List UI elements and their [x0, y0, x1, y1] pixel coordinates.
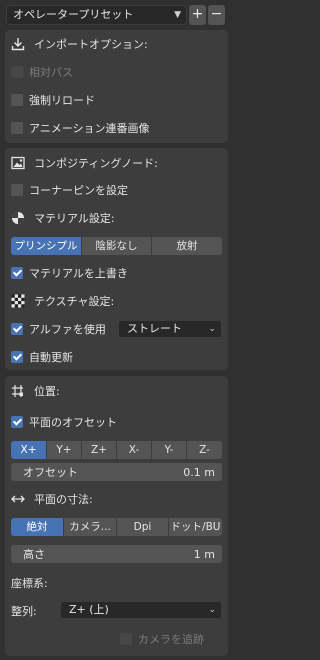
material-header: マテリアル設定:: [5, 207, 115, 229]
align-label-row: 整列:: [5, 601, 37, 621]
checkbox-icon: [11, 323, 23, 335]
align-axis-dropdown[interactable]: Z+ (上) ⌄: [60, 601, 222, 619]
alpha-mode-dropdown[interactable]: ストレート ⌄: [118, 320, 222, 338]
offset-field[interactable]: オフセット 0.1 m: [11, 463, 222, 481]
compositing-header: コンポジティングノード:: [5, 152, 158, 174]
add-preset-button[interactable]: +: [189, 5, 206, 25]
texture-checker-icon: [11, 294, 25, 308]
auto-refresh-checkbox[interactable]: 自動更新: [5, 347, 73, 367]
chevron-down-icon: ▼: [174, 10, 181, 20]
corner-pin-label: コーナーピンを設定: [29, 184, 128, 197]
size-mode-absolute-button[interactable]: 絶対: [11, 518, 64, 536]
override-material-checkbox[interactable]: マテリアルを上書き: [5, 263, 128, 283]
texture-header: テクスチャ設定:: [5, 290, 114, 312]
force-reload-label: 強制リロード: [29, 94, 95, 107]
checkbox-icon: [11, 351, 23, 363]
plane-size-header: 平面の寸法:: [5, 488, 93, 510]
material-title: マテリアル設定:: [34, 212, 115, 225]
height-field[interactable]: 高さ 1 m: [11, 545, 222, 563]
checkbox-icon: [11, 416, 23, 428]
axis-z-minus-button[interactable]: Z-: [187, 441, 222, 459]
chevron-down-icon: ⌄: [208, 324, 216, 334]
shader-emission-button[interactable]: 放射: [152, 237, 222, 255]
import-options-header: インポートオプション:: [5, 33, 148, 55]
axis-x-plus-button[interactable]: X+: [11, 441, 47, 459]
align-axis-value: Z+ (上): [69, 603, 109, 616]
offset-axis-segmented-control: X+ Y+ Z+ X- Y- Z-: [11, 441, 222, 459]
checkbox-icon: [11, 184, 23, 196]
position-title: 位置:: [34, 385, 60, 398]
size-mode-camera-button[interactable]: カメラ...: [64, 518, 117, 536]
shader-segmented-control: プリンシプル 陰影なし 放射: [11, 237, 222, 255]
chevron-down-icon: ⌄: [208, 605, 216, 615]
orientation-title: 座標系:: [11, 577, 48, 590]
track-camera-label: カメラを追跡: [138, 633, 204, 646]
use-alpha-label: アルファを使用: [29, 323, 106, 336]
material-panel: コンポジティングノード: コーナーピンを設定 マテリアル設定: プリンシプル 陰…: [5, 148, 228, 370]
material-icon: [12, 212, 24, 224]
axis-x-minus-button[interactable]: X-: [117, 441, 152, 459]
transform-panel: 位置: 平面のオフセット X+ Y+ Z+ X- Y- Z- オフセット 0.1…: [5, 376, 228, 656]
operator-preset-label: オペレータープリセット: [13, 8, 134, 21]
operator-preset-dropdown[interactable]: オペレータープリセット ▼: [6, 5, 187, 25]
relative-path-checkbox[interactable]: 相対パス: [5, 62, 73, 82]
alpha-mode-value: ストレート: [127, 322, 182, 335]
image-icon: [11, 156, 25, 170]
auto-refresh-label: 自動更新: [29, 351, 73, 364]
offset-planes-checkbox[interactable]: 平面のオフセット: [5, 412, 117, 432]
offset-label: オフセット: [23, 466, 78, 479]
checkbox-icon: [11, 66, 23, 78]
arrows-horizontal-icon: [11, 495, 25, 503]
size-mode-dpi-button[interactable]: Dpi: [117, 518, 169, 536]
compositing-title: コンポジティングノード:: [34, 157, 158, 170]
position-icon: [12, 385, 23, 397]
checkbox-icon: [11, 267, 23, 279]
checkbox-icon: [120, 633, 132, 645]
orientation-header: 座標系:: [5, 572, 48, 594]
force-reload-checkbox[interactable]: 強制リロード: [5, 90, 95, 110]
image-sequence-label: アニメーション連番画像: [29, 122, 150, 135]
offset-planes-label: 平面のオフセット: [29, 416, 117, 429]
align-label: 整列:: [11, 605, 37, 618]
axis-y-plus-button[interactable]: Y+: [47, 441, 82, 459]
import-options-panel: インポートオプション: 相対パス 強制リロード アニメーション連番画像: [5, 30, 228, 143]
axis-y-minus-button[interactable]: Y-: [152, 441, 187, 459]
corner-pin-checkbox[interactable]: コーナーピンを設定: [5, 180, 128, 200]
offset-value: 0.1 m: [183, 465, 215, 479]
height-label: 高さ: [23, 548, 45, 561]
checkbox-icon: [11, 122, 23, 134]
track-camera-checkbox[interactable]: カメラを追跡: [120, 629, 204, 649]
texture-title: テクスチャ設定:: [34, 295, 115, 308]
use-alpha-checkbox[interactable]: アルファを使用: [5, 319, 106, 339]
remove-preset-button[interactable]: −: [208, 5, 225, 25]
relative-path-label: 相対パス: [29, 66, 73, 79]
override-material-label: マテリアルを上書き: [29, 267, 128, 280]
position-header: 位置:: [5, 380, 60, 402]
import-icon: [11, 38, 25, 51]
shader-principled-button[interactable]: プリンシプル: [11, 237, 82, 255]
size-mode-dpbu-button[interactable]: ドット/BU: [169, 518, 222, 536]
plane-size-title: 平面の寸法:: [34, 493, 93, 506]
shader-shadeless-button[interactable]: 陰影なし: [82, 237, 152, 255]
import-options-title: インポートオプション:: [34, 38, 148, 51]
height-value: 1 m: [193, 547, 215, 561]
image-sequence-checkbox[interactable]: アニメーション連番画像: [5, 118, 150, 138]
axis-z-plus-button[interactable]: Z+: [82, 441, 117, 459]
checkbox-icon: [11, 94, 23, 106]
size-mode-segmented-control: 絶対 カメラ... Dpi ドット/BU: [11, 518, 222, 536]
